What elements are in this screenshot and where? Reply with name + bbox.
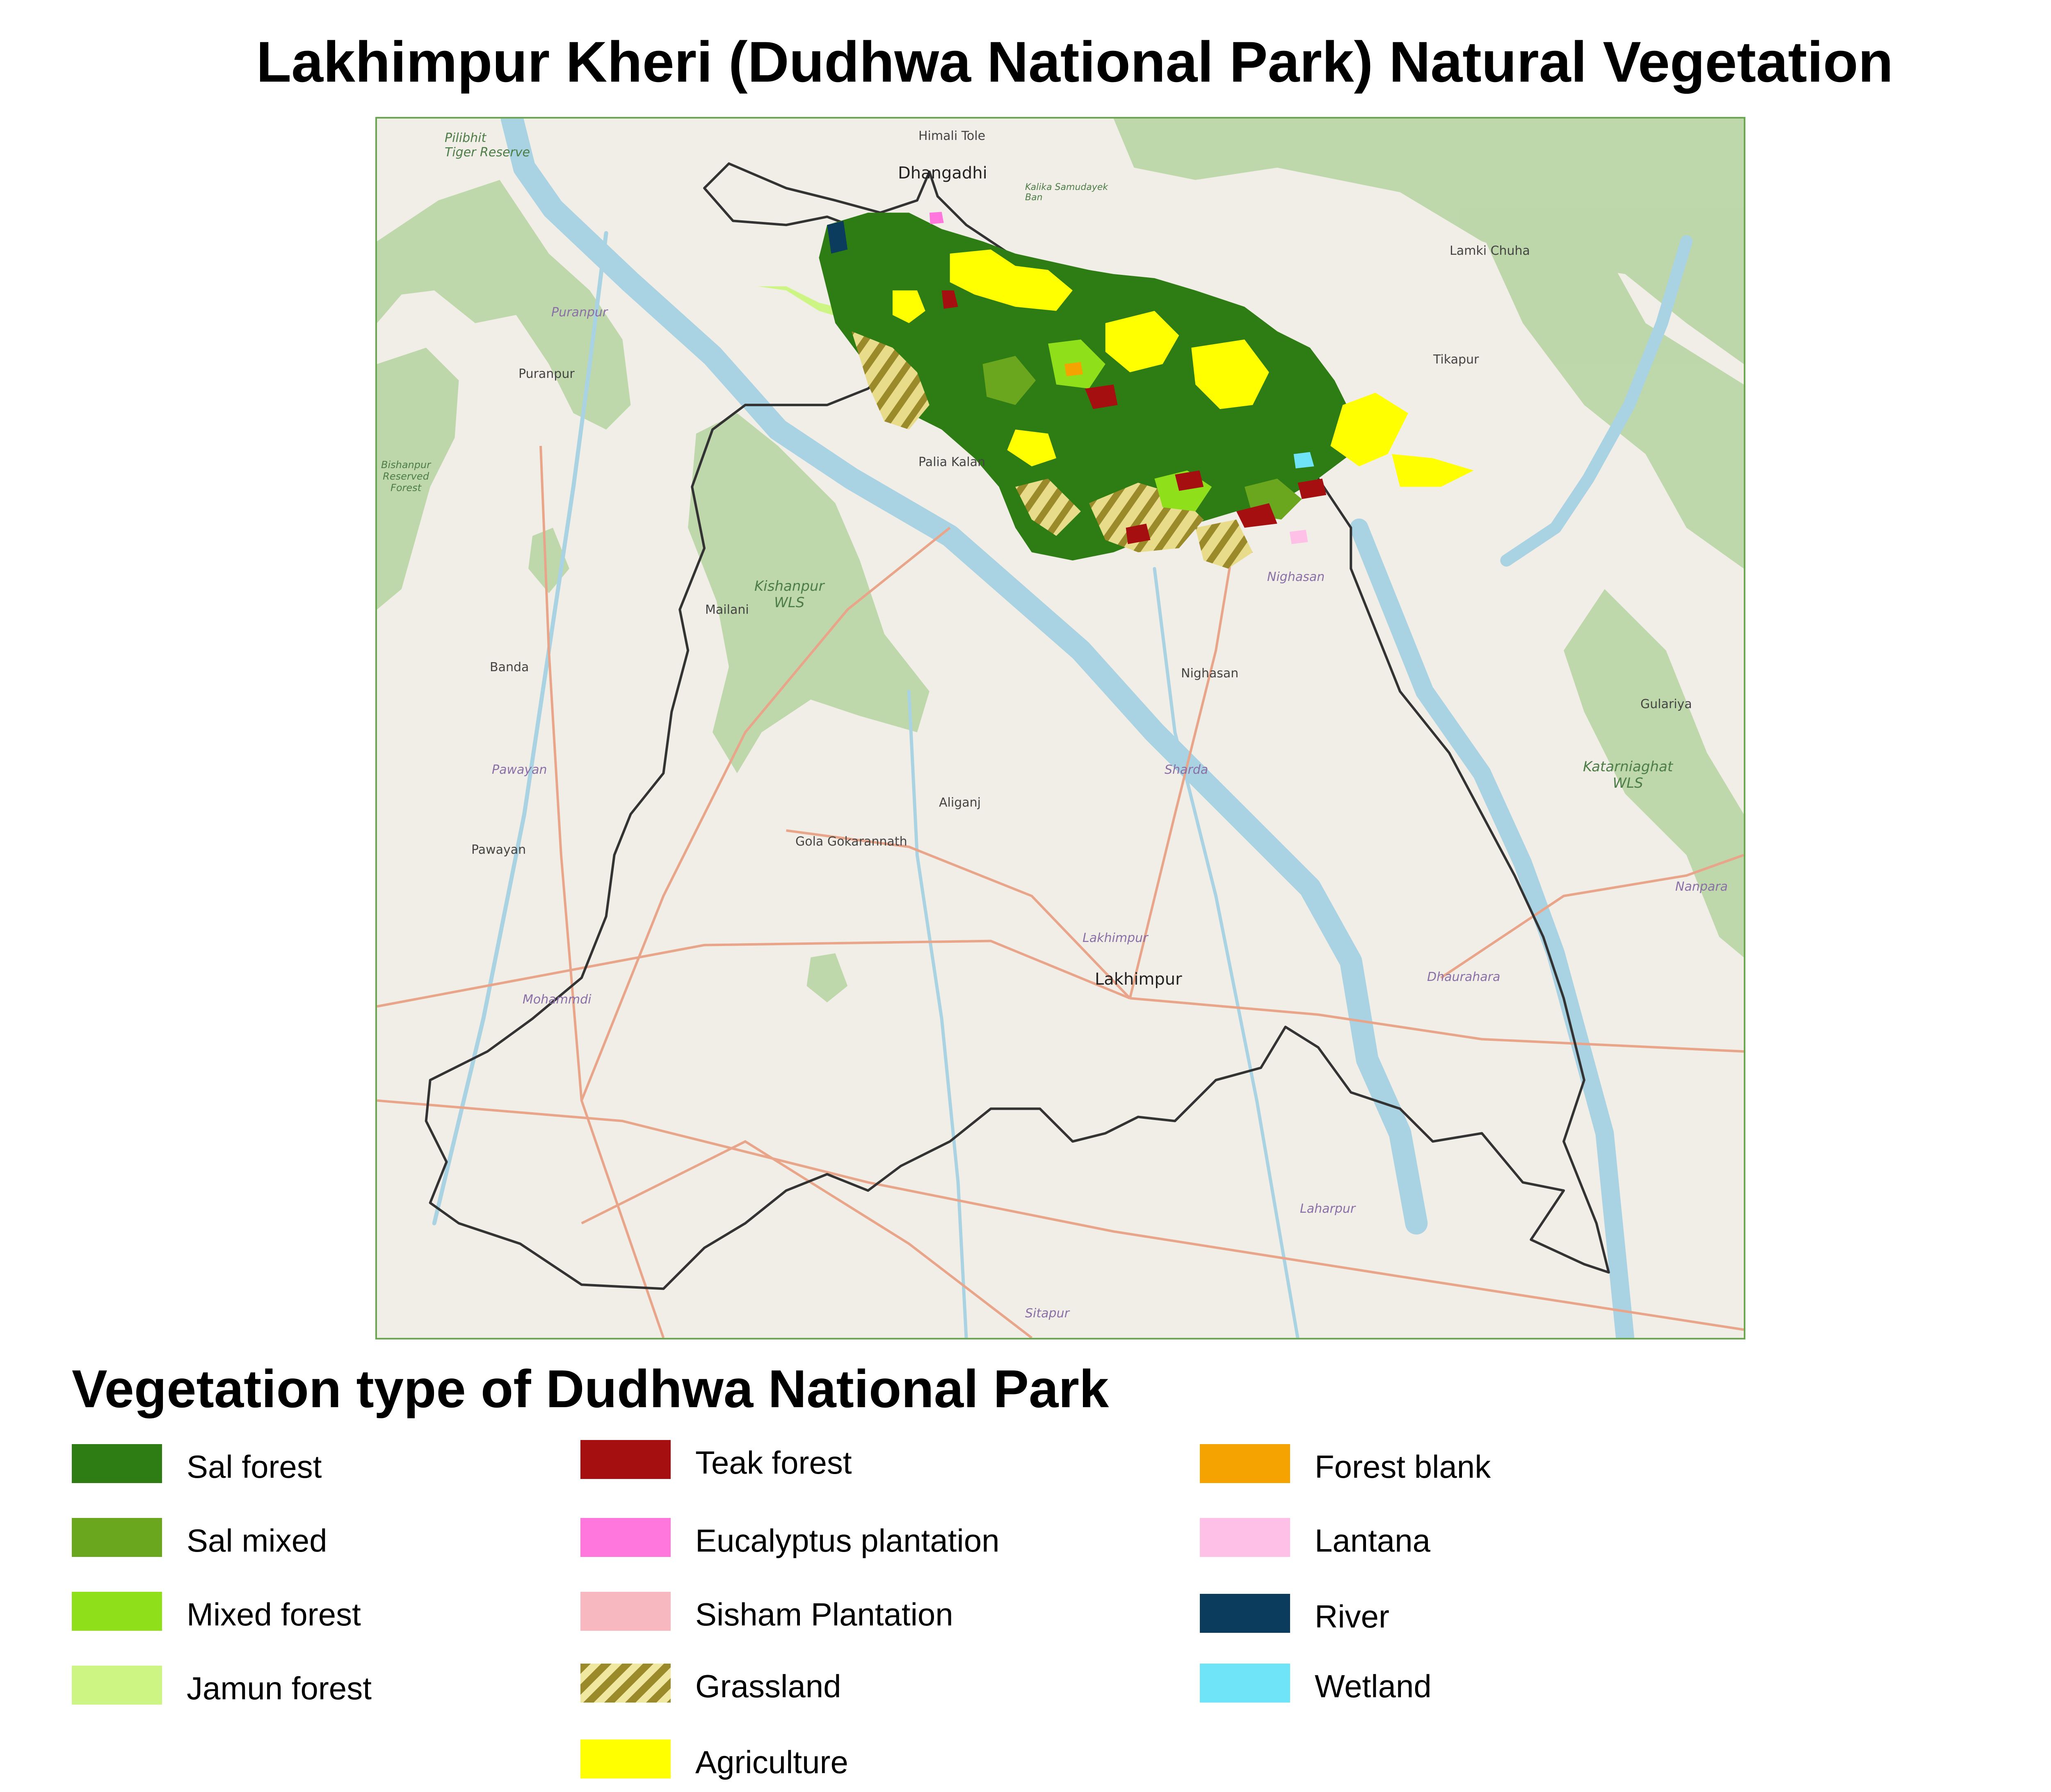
place-label: Gola Gokarannath xyxy=(795,834,907,849)
place-label: Katarniaghat WLS xyxy=(1583,759,1673,791)
basemap xyxy=(377,119,1744,1338)
legend-label: Forest blank xyxy=(1315,1449,1491,1485)
place-label: Himali Tole xyxy=(918,129,986,143)
legend-label: Eucalyptus plantation xyxy=(695,1522,1000,1559)
place-label: Aliganj xyxy=(939,795,981,810)
place-label: Lamki Chuha xyxy=(1450,244,1530,258)
legend-swatch xyxy=(72,1592,162,1631)
place-label: Pilibhit Tiger Reserve xyxy=(445,131,530,160)
place-label: Lakhimpur xyxy=(1095,970,1182,989)
place-label: Nanpara xyxy=(1675,880,1728,894)
place-label: Gulariya xyxy=(1640,697,1692,711)
place-label: Lakhimpur xyxy=(1083,931,1148,945)
legend-swatch xyxy=(580,1592,671,1631)
legend-swatch xyxy=(72,1518,162,1557)
legend-swatch xyxy=(1200,1664,1290,1703)
map-title: Lakhimpur Kheri (Dudhwa National Park) N… xyxy=(256,30,1893,94)
place-label: Bishanpur Reserved Forest xyxy=(381,459,431,494)
legend-title: Vegetation type of Dudhwa National Park xyxy=(72,1359,1109,1419)
place-label: Puranpur xyxy=(551,305,608,320)
legend-swatch xyxy=(1200,1518,1290,1557)
place-label: Dhangadhi xyxy=(898,164,987,183)
place-label: Mohammdi xyxy=(523,992,592,1007)
legend-label: Sal forest xyxy=(187,1449,322,1485)
legend-label: Mixed forest xyxy=(187,1596,361,1632)
place-label: Pawayan xyxy=(492,763,547,777)
legend-swatch xyxy=(72,1444,162,1483)
legend-swatch xyxy=(1200,1444,1290,1483)
legend-label: Grassland xyxy=(695,1668,841,1704)
place-label: Sharda xyxy=(1165,763,1208,777)
place-label: Nighasan xyxy=(1267,570,1325,584)
legend-label: Jamun forest xyxy=(187,1670,372,1706)
place-label: Pawayan xyxy=(471,843,526,857)
legend-label: Agriculture xyxy=(695,1744,848,1780)
place-label: Palia Kalan xyxy=(918,455,985,469)
place-label: Dhaurahara xyxy=(1427,970,1501,984)
legend-swatch xyxy=(1200,1594,1290,1633)
place-label: Kalika Samudayek Ban xyxy=(1025,182,1108,203)
legend-label: Teak forest xyxy=(695,1445,852,1481)
legend-swatch xyxy=(580,1440,671,1479)
place-label: Puranpur xyxy=(518,367,575,381)
place-label: Kishanpur WLS xyxy=(754,578,825,611)
legend-label: Sisham Plantation xyxy=(695,1596,953,1632)
legend-swatch xyxy=(580,1664,671,1703)
place-label: Sitapur xyxy=(1025,1306,1069,1321)
place-label: Mailani xyxy=(705,603,749,617)
legend-label: Wetland xyxy=(1315,1668,1432,1704)
legend-swatch xyxy=(580,1739,671,1778)
place-label: Laharpur xyxy=(1300,1202,1356,1216)
legend-label: Sal mixed xyxy=(187,1522,327,1559)
place-label: Tikapur xyxy=(1433,352,1479,367)
legend-swatch xyxy=(72,1666,162,1705)
place-label: Banda xyxy=(490,660,529,674)
legend-label: River xyxy=(1315,1598,1390,1634)
legend-swatch xyxy=(580,1518,671,1557)
legend-label: Lantana xyxy=(1315,1522,1430,1559)
map-frame[interactable]: Pilibhit Tiger Reserve Himali Tole Dhang… xyxy=(375,117,1745,1339)
place-label: Nighasan xyxy=(1181,666,1239,681)
